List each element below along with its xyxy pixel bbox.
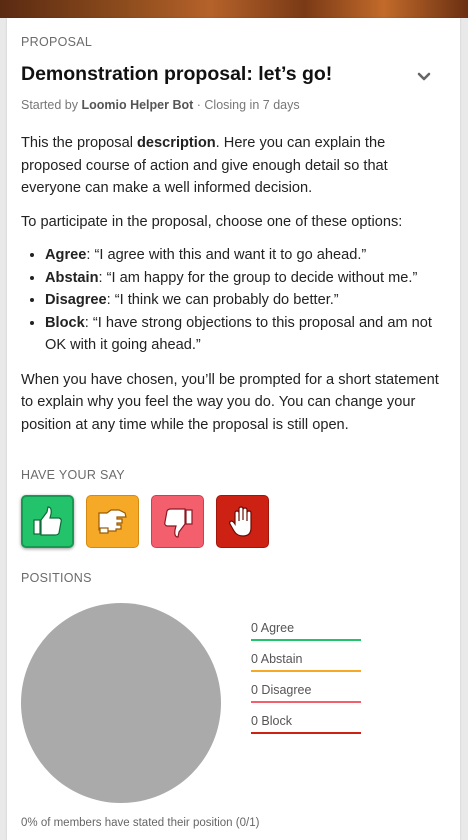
legend-agree: 0 Agree [251, 621, 361, 641]
proposal-title: Demonstration proposal: let’s go! [21, 63, 333, 85]
started-by-prefix: Started by [21, 98, 78, 112]
closing-time: · Closing in 7 days [196, 98, 300, 112]
option-agree: Agree: “I agree with this and want it to… [45, 244, 441, 267]
legend-disagree: 0 Disagree [251, 683, 361, 703]
author-name[interactable]: Loomio Helper Bot [81, 98, 193, 112]
header-banner-image [0, 0, 468, 18]
proposal-section-label: PROPOSAL [21, 35, 93, 49]
thumbs-sideways-icon [97, 508, 127, 534]
legend-abstain: 0 Abstain [251, 652, 361, 672]
thumbs-down-icon [163, 507, 193, 538]
thumbs-up-icon [32, 505, 62, 536]
block-button[interactable] [216, 495, 269, 548]
option-block: Block: “I have strong objections to this… [45, 312, 441, 357]
legend-block: 0 Block [251, 714, 361, 734]
abstain-button[interactable] [86, 495, 139, 548]
proposal-card: PROPOSAL Demonstration proposal: let’s g… [7, 18, 460, 840]
proposal-meta: Started by Loomio Helper Bot · Closing i… [21, 98, 300, 112]
options-list: Agree: “I agree with this and want it to… [21, 244, 441, 357]
have-your-say-label: HAVE YOUR SAY [21, 468, 125, 482]
chevron-down-icon[interactable] [415, 68, 433, 86]
positions-label: POSITIONS [21, 571, 92, 585]
description-paragraph-3: When you have chosen, you’ll be prompted… [21, 371, 439, 433]
positions-summary: 0% of members have stated their position… [21, 817, 260, 829]
agree-button[interactable] [21, 495, 74, 548]
pie-empty-slice [21, 603, 221, 803]
description-paragraph-2: To participate in the proposal, choose o… [21, 213, 403, 230]
disagree-button[interactable] [151, 495, 204, 548]
option-abstain: Abstain: “I am happy for the group to de… [45, 267, 441, 290]
proposal-description: This the proposal description. Here you … [21, 132, 441, 447]
raised-hand-icon [228, 505, 252, 537]
positions-pie-chart [21, 603, 221, 803]
description-paragraph-1: This the proposal description. Here you … [21, 135, 388, 196]
option-disagree: Disagree: “I think we can probably do be… [45, 289, 441, 312]
